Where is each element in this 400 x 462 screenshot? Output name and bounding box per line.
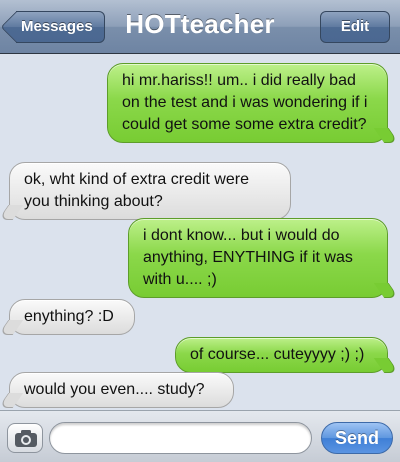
- message-input[interactable]: [49, 422, 312, 454]
- message-bubble-received: would you even.... study?: [9, 372, 234, 408]
- edit-button[interactable]: Edit: [320, 11, 390, 43]
- message-bubble-received: ok, wht kind of extra credit were you th…: [9, 162, 291, 220]
- message-bubble-sent: of course... cuteyyyy ;) ;): [175, 337, 388, 373]
- message-bubble-received: enything? :D: [9, 299, 135, 335]
- composer-bar: Send: [0, 410, 400, 462]
- nav-bar: Messages HOTteacher Edit: [0, 0, 400, 54]
- camera-icon: [15, 430, 37, 447]
- message-thread: hi mr.hariss!! um.. i did really bad on …: [0, 54, 400, 410]
- camera-button[interactable]: [7, 423, 43, 453]
- message-bubble-sent: i dont know... but i would do anything, …: [128, 218, 388, 298]
- message-bubble-sent: hi mr.hariss!! um.. i did really bad on …: [107, 63, 388, 143]
- send-button[interactable]: Send: [321, 422, 393, 454]
